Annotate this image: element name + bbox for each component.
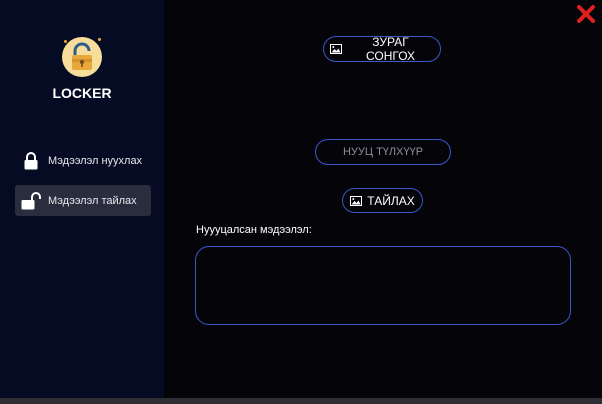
- sidebar: LOCKER Мэдээлэл нуухлах Мэдээлэл тайлах: [0, 0, 164, 398]
- bottom-edge: [0, 398, 602, 404]
- lock-open-icon: [20, 191, 42, 211]
- sparkle-decoration: [64, 40, 67, 43]
- sparkle-decoration: [98, 38, 101, 41]
- close-icon[interactable]: [576, 4, 596, 24]
- choose-image-button[interactable]: ЗУРАГ СОНГОХ: [323, 35, 441, 63]
- hidden-info-label: Нуууцалсан мэдээлэл:: [196, 224, 312, 236]
- decrypt-label: ТАЙЛАХ: [367, 193, 415, 208]
- secret-key-input[interactable]: [315, 139, 451, 165]
- hidden-info-output[interactable]: [195, 246, 571, 325]
- image-icon: [330, 44, 342, 54]
- sidebar-item-label: Мэдээлэл нуухлах: [48, 154, 143, 167]
- image-icon: [350, 195, 363, 206]
- sidebar-item-decrypt-info[interactable]: Мэдээлэл тайлах: [15, 185, 151, 216]
- lock-logo-icon: [62, 37, 102, 77]
- sidebar-item-hide-info[interactable]: Мэдээлэл нуухлах: [15, 145, 151, 176]
- choose-image-label: ЗУРАГ СОНГОХ: [365, 35, 416, 63]
- lock-closed-icon: [20, 151, 42, 171]
- app-title: LOCKER: [52, 85, 112, 101]
- decrypt-button[interactable]: ТАЙЛАХ: [342, 188, 423, 213]
- sidebar-item-label: Мэдээлэл тайлах: [48, 194, 137, 207]
